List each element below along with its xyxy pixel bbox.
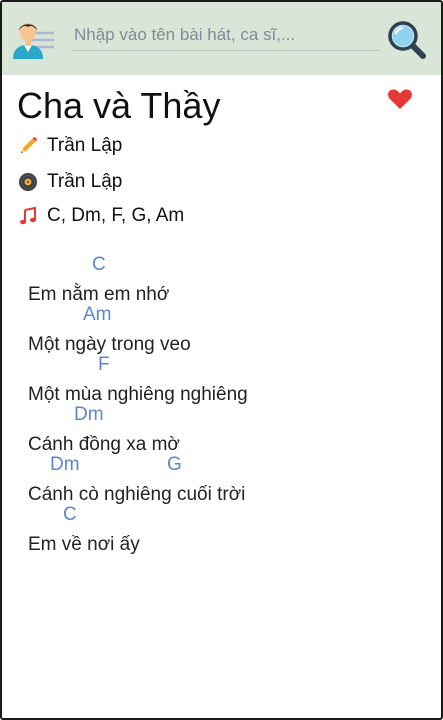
song-title: Cha và Thầy bbox=[17, 85, 221, 126]
lyric-text: Cánh cò nghiêng cuối trời bbox=[28, 484, 246, 505]
lyric-text: Em nằm em nhớ bbox=[28, 284, 170, 305]
singer-row: Trần Lập bbox=[18, 169, 122, 195]
search-input[interactable] bbox=[72, 20, 381, 51]
lyric-line: C Em về nơi ấy bbox=[2, 504, 441, 555]
chords-row: C, Dm, F, G, Am bbox=[18, 203, 184, 229]
chord-label[interactable]: Am bbox=[83, 304, 112, 326]
chord-label[interactable]: Dm bbox=[74, 404, 104, 426]
music-note-icon bbox=[18, 206, 38, 226]
lyric-line: Dm Cánh đồng xa mờ bbox=[2, 404, 441, 455]
pencil-icon bbox=[18, 136, 38, 156]
singer-name[interactable]: Trần Lập bbox=[47, 171, 122, 193]
lyrics: C Em nằm em nhớ Am Một ngày trong veo F … bbox=[2, 254, 441, 555]
search-icon[interactable] bbox=[386, 19, 426, 59]
chord-label[interactable]: Dm bbox=[50, 454, 80, 476]
lyric-text: Một ngày trong veo bbox=[28, 334, 191, 355]
chord-label[interactable]: C bbox=[92, 254, 106, 276]
chord-list: C, Dm, F, G, Am bbox=[47, 205, 185, 226]
lyric-text: Em về nơi ấy bbox=[28, 534, 140, 555]
header bbox=[2, 2, 441, 75]
lyric-text: Cánh đồng xa mờ bbox=[28, 434, 180, 455]
chord-label[interactable]: G bbox=[167, 454, 182, 476]
composer-row: Trần Lập bbox=[18, 133, 122, 159]
lyric-line: F Một mùa nghiêng nghiêng bbox=[2, 354, 441, 405]
user-menu-icon[interactable] bbox=[10, 18, 56, 60]
app-frame: Cha và Thầy Trần Lập Trần Lập bbox=[0, 0, 443, 720]
lyric-line: Dm G Cánh cò nghiêng cuối trời bbox=[2, 454, 441, 505]
vinyl-icon bbox=[18, 172, 38, 192]
chord-label[interactable]: C bbox=[63, 504, 77, 526]
composer-name[interactable]: Trần Lập bbox=[47, 135, 122, 157]
lyric-line: C Em nằm em nhớ bbox=[2, 254, 441, 305]
lyric-text: Một mùa nghiêng nghiêng bbox=[28, 384, 248, 405]
lyric-line: Am Một ngày trong veo bbox=[2, 304, 441, 355]
heart-icon[interactable] bbox=[387, 88, 413, 110]
chord-label[interactable]: F bbox=[98, 354, 110, 376]
